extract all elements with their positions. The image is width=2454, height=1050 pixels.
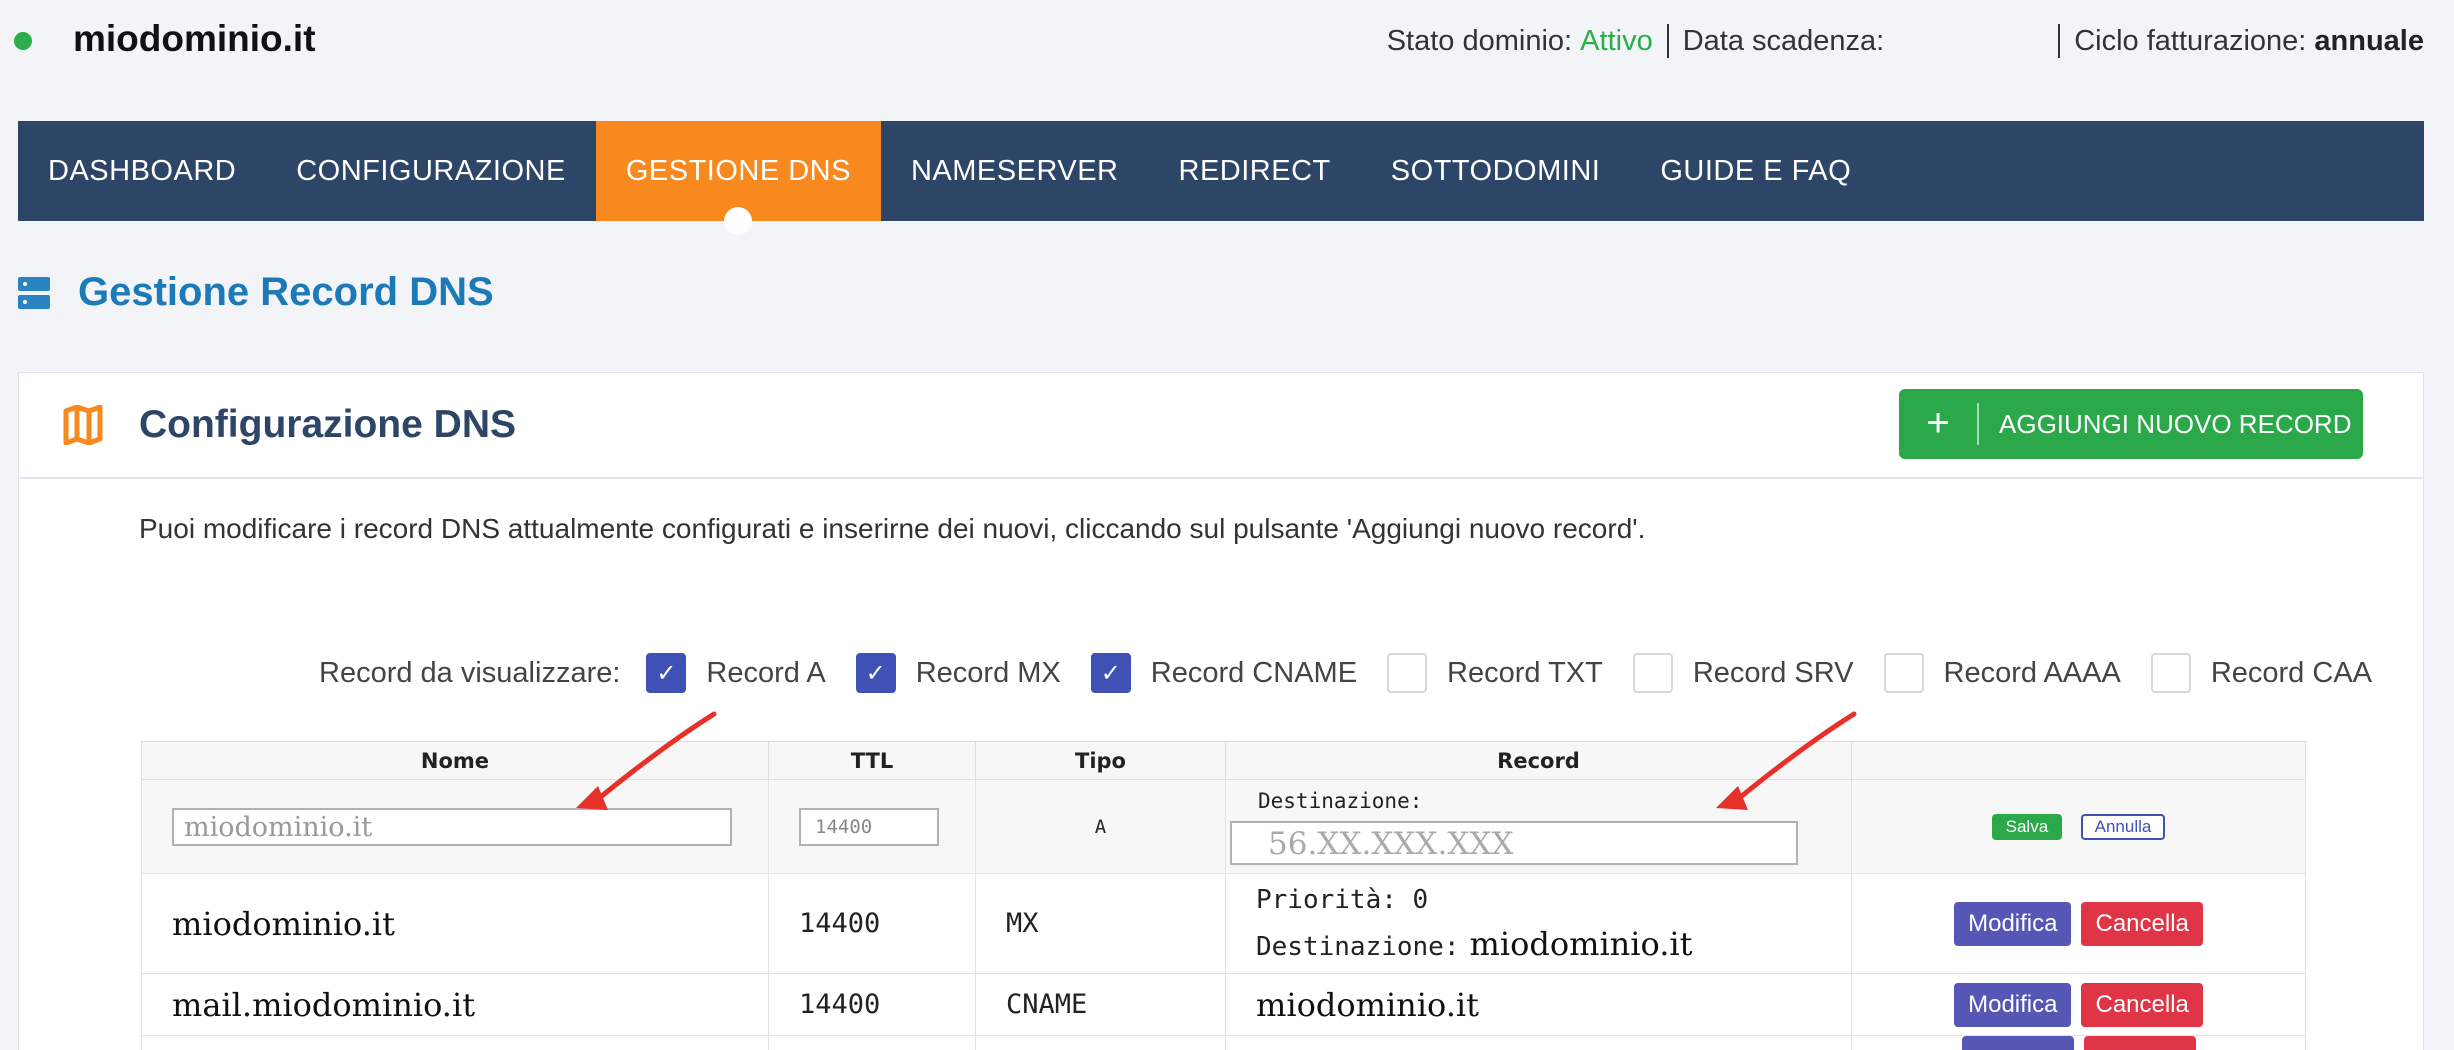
nav-dashboard[interactable]: DASHBOARD bbox=[18, 121, 266, 221]
filter-record-srv[interactable]: Record SRV bbox=[1632, 653, 1854, 693]
table-row: mail.miodominio.it 14400 CNAME miodomini… bbox=[141, 973, 2306, 1036]
status-value: Attivo bbox=[1580, 24, 1653, 57]
domain-status-bar: miodominio.it Stato dominio: Attivo Data… bbox=[0, 0, 2454, 80]
table-header-row: Nome TTL Tipo Record bbox=[141, 741, 2306, 780]
status-label: Stato dominio: bbox=[1386, 24, 1573, 57]
card-title: Configurazione DNS bbox=[139, 403, 516, 446]
table-row-editing: miodominio.it 14400 A Destinazione: 56.X… bbox=[141, 779, 2306, 874]
edit-button[interactable]: Modifica bbox=[1954, 982, 2072, 1027]
record-name: miodominio.it bbox=[141, 873, 769, 974]
delete-button[interactable] bbox=[2083, 1036, 2196, 1050]
filter-label: Record A bbox=[706, 656, 826, 689]
filter-record-mx[interactable]: ✓ Record MX bbox=[855, 653, 1061, 693]
filter-label: Record TXT bbox=[1447, 656, 1603, 689]
checkbox-unchecked[interactable] bbox=[2150, 653, 2191, 693]
edit-button[interactable]: Modifica bbox=[1954, 901, 2072, 946]
page-title: Gestione Record DNS bbox=[78, 270, 494, 314]
record-type: MX bbox=[975, 873, 1226, 974]
intro-text: Puoi modificare i record DNS attualmente… bbox=[139, 513, 1646, 544]
record-filters: Record da visualizzare: ✓ Record A ✓ Recor… bbox=[319, 653, 2372, 693]
nav-nameserver[interactable]: NAMESERVER bbox=[881, 121, 1149, 221]
nav-sottodomini[interactable]: SOTTODOMINI bbox=[1361, 121, 1631, 221]
checkbox-checked[interactable]: ✓ bbox=[646, 653, 687, 693]
expiry-label: Data scadenza: bbox=[1682, 24, 1885, 57]
filter-label: Record SRV bbox=[1692, 656, 1854, 689]
dns-records-table: Nome TTL Tipo Record miodominio.it 14400… bbox=[141, 741, 2306, 1050]
record-input[interactable]: 56.XX.XXX.XXX bbox=[1230, 820, 1798, 865]
filters-label: Record da visualizzare: bbox=[319, 656, 621, 689]
table-row: miodominio.it 14400 MX Priorità: 0 Desti… bbox=[141, 873, 2306, 974]
save-button[interactable]: Salva bbox=[1991, 813, 2063, 840]
nav-configurazione[interactable]: CONFIGURAZIONE bbox=[266, 121, 596, 221]
col-header-tipo: Tipo bbox=[975, 741, 1226, 780]
filter-record-aaaa[interactable]: Record AAAA bbox=[1883, 653, 2121, 693]
nav-redirect[interactable]: REDIRECT bbox=[1149, 121, 1361, 221]
edit-button[interactable] bbox=[1961, 1036, 2074, 1050]
status-dot-icon bbox=[14, 32, 32, 50]
col-header-ttl: TTL bbox=[768, 741, 976, 780]
map-icon bbox=[63, 405, 103, 445]
billing-label: Ciclo fatturazione: bbox=[2074, 24, 2307, 57]
delete-button[interactable]: Cancella bbox=[2081, 982, 2203, 1027]
add-record-button[interactable]: + AGGIUNGI NUOVO RECORD bbox=[1899, 389, 2363, 459]
checkbox-unchecked[interactable] bbox=[1387, 653, 1428, 693]
divider bbox=[2058, 24, 2061, 58]
checkbox-unchecked[interactable] bbox=[1883, 653, 1924, 693]
filter-label: Record MX bbox=[915, 656, 1061, 689]
priority-label: Priorità: bbox=[1256, 885, 1397, 915]
add-record-label: AGGIUNGI NUOVO RECORD bbox=[1999, 408, 2352, 439]
checkbox-checked[interactable]: ✓ bbox=[1090, 653, 1131, 693]
filter-label: Record CNAME bbox=[1150, 656, 1358, 689]
filter-record-caa[interactable]: Record CAA bbox=[2150, 653, 2372, 693]
record-ttl: 14400 bbox=[768, 973, 976, 1036]
divider bbox=[1666, 24, 1669, 58]
card-header: Configurazione DNS + AGGIUNGI NUOVO RECO… bbox=[19, 373, 2423, 479]
annotation-arrow-icon bbox=[1716, 711, 1857, 810]
section-heading: Gestione Record DNS bbox=[18, 270, 494, 315]
col-header-actions bbox=[1851, 741, 2306, 780]
ttl-input[interactable]: 14400 bbox=[799, 807, 939, 846]
filter-record-a[interactable]: ✓ Record A bbox=[646, 653, 826, 693]
cancel-button[interactable]: Annulla bbox=[2080, 813, 2166, 840]
checkbox-unchecked[interactable] bbox=[1632, 653, 1673, 693]
billing-value: annuale bbox=[2314, 24, 2424, 57]
record-name: mail.miodominio.it bbox=[141, 973, 769, 1036]
dns-config-card: Configurazione DNS + AGGIUNGI NUOVO RECO… bbox=[18, 372, 2424, 1050]
table-row bbox=[141, 1035, 2306, 1050]
filter-label: Record CAA bbox=[2210, 656, 2372, 689]
nav-guide-faq[interactable]: GUIDE E FAQ bbox=[1630, 121, 1881, 221]
annotation-arrow-icon bbox=[576, 711, 717, 810]
server-icon bbox=[18, 276, 50, 309]
domain-name: miodominio.it bbox=[73, 18, 316, 59]
filter-record-cname[interactable]: ✓ Record CNAME bbox=[1090, 653, 1358, 693]
type-cell: A bbox=[975, 779, 1226, 874]
destination-value: miodominio.it bbox=[1469, 925, 1693, 963]
record-ttl: 14400 bbox=[768, 873, 976, 974]
checkbox-checked[interactable]: ✓ bbox=[855, 653, 896, 693]
filter-record-txt[interactable]: Record TXT bbox=[1387, 653, 1603, 693]
plus-icon: + bbox=[1899, 403, 1979, 445]
destination-label: Destinazione: bbox=[1256, 932, 1460, 962]
record-value: Priorità: 0 Destinazione: miodominio.it bbox=[1225, 873, 1852, 974]
nav-gestione-dns[interactable]: GESTIONE DNS bbox=[595, 121, 881, 235]
record-value: miodominio.it bbox=[1225, 973, 1852, 1036]
record-type: CNAME bbox=[975, 973, 1226, 1036]
filter-label: Record AAAA bbox=[1943, 656, 2121, 689]
priority-value: 0 bbox=[1412, 885, 1429, 915]
domain-info: Stato dominio: Attivo Data scadenza: Cic… bbox=[1387, 24, 2424, 58]
delete-button[interactable]: Cancella bbox=[2081, 901, 2203, 946]
main-nav: DASHBOARD CONFIGURAZIONE GESTIONE DNS NA… bbox=[18, 121, 2424, 235]
